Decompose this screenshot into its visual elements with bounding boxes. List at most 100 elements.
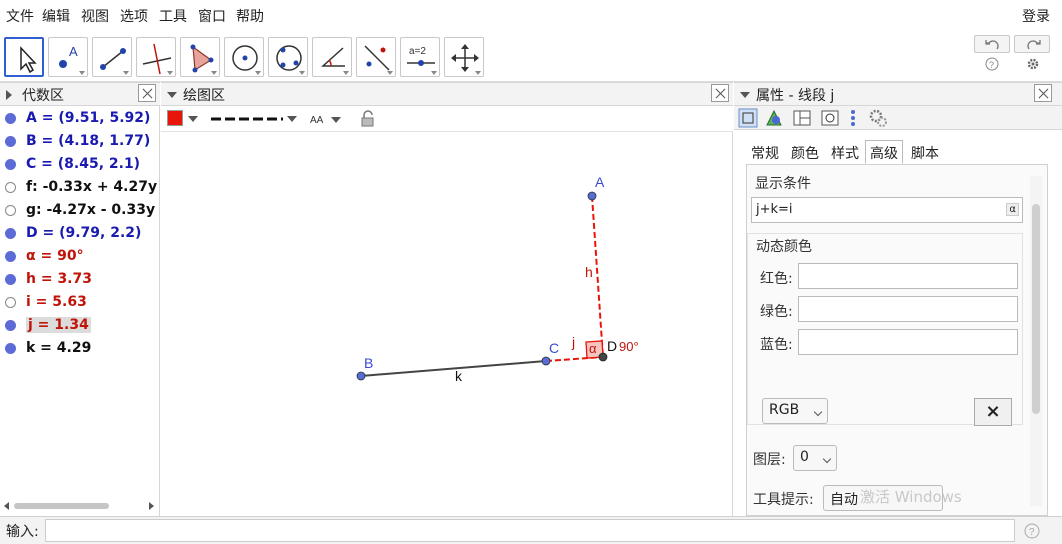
tool-perpendicular[interactable] <box>136 37 176 77</box>
visibility-toggle[interactable] <box>5 297 16 308</box>
segment-k[interactable] <box>360 360 547 377</box>
algebra-item-A[interactable]: A = (9.51, 5.92) <box>0 108 159 130</box>
clear-button[interactable]: × <box>974 398 1012 426</box>
visibility-toggle[interactable] <box>5 274 16 285</box>
color-swatch[interactable] <box>167 110 183 126</box>
label-C: C <box>549 340 559 356</box>
tab-scripting[interactable]: 脚本 <box>906 140 944 164</box>
point-A[interactable] <box>587 191 597 201</box>
visibility-toggle[interactable] <box>5 251 16 262</box>
menu-tools[interactable]: 工具 <box>159 6 187 26</box>
lock-icon[interactable] <box>359 110 377 128</box>
graphics-header: 绘图区 <box>161 82 733 106</box>
show-condition-input[interactable]: j+k=i α <box>751 197 1023 223</box>
tool-angle[interactable] <box>312 37 352 77</box>
collapse-triangle-icon[interactable] <box>740 92 750 98</box>
visibility-toggle[interactable] <box>5 159 16 170</box>
redo-button[interactable] <box>1014 35 1050 53</box>
close-properties-button[interactable] <box>1034 84 1052 102</box>
algebra-item-k[interactable]: k = 4.29 <box>0 338 159 360</box>
visibility-toggle[interactable] <box>5 343 16 354</box>
tool-move[interactable] <box>4 37 44 77</box>
tool-move-view[interactable] <box>444 37 484 77</box>
help-icon[interactable]: ? <box>985 57 999 71</box>
properties-header: 属性 - 线段 j <box>734 82 1062 106</box>
line-style-icon[interactable] <box>209 112 299 126</box>
tool-circle[interactable] <box>224 37 264 77</box>
menu-file[interactable]: 文件 <box>6 6 34 26</box>
algebra-item-g[interactable]: g: -4.27x - 0.33y = <box>0 200 159 222</box>
visibility-toggle[interactable] <box>5 182 16 193</box>
chevron-down-icon[interactable] <box>188 116 198 122</box>
visibility-toggle[interactable] <box>5 205 16 216</box>
menu-help[interactable]: 帮助 <box>236 6 264 26</box>
tab-color[interactable]: 颜色 <box>786 140 824 164</box>
segment-h[interactable] <box>591 195 604 358</box>
menu-edit[interactable]: 编辑 <box>42 6 70 26</box>
point-B[interactable] <box>356 371 366 381</box>
advanced-settings-icon[interactable] <box>868 108 888 128</box>
tool-polygon[interactable] <box>180 37 220 77</box>
blue-label: 蓝色: <box>760 337 793 353</box>
input-field[interactable] <box>45 519 1015 542</box>
graphics-title: 绘图区 <box>183 88 225 104</box>
expand-triangle-icon[interactable] <box>6 90 12 100</box>
layout-icon[interactable] <box>792 108 812 128</box>
label-D: D <box>607 338 617 354</box>
tool-circle-three-points[interactable] <box>268 37 308 77</box>
tool-point[interactable]: A <box>48 37 88 77</box>
geometry-canvas[interactable]: A B C D h j k α 90° <box>161 132 733 516</box>
algebra-item-f[interactable]: f: -0.33x + 4.27y = <box>0 177 159 199</box>
algebra-item-h[interactable]: h = 3.73 <box>0 269 159 291</box>
graphics-view-icon[interactable] <box>820 108 840 128</box>
algebra-item-j[interactable]: j = 1.34 <box>0 315 159 337</box>
tab-basic[interactable]: 常规 <box>746 140 784 164</box>
alpha-symbol-button[interactable]: α <box>1006 203 1019 216</box>
collapse-triangle-icon[interactable] <box>167 92 177 98</box>
properties-scrollbar[interactable] <box>1030 176 1042 506</box>
label-k: k <box>455 368 463 384</box>
algebra-title: 代数区 <box>22 88 64 104</box>
algebra-hscrollbar[interactable] <box>0 498 159 514</box>
visibility-toggle[interactable] <box>5 228 16 239</box>
gear-icon[interactable] <box>1026 57 1040 71</box>
more-icon[interactable] <box>848 108 858 128</box>
menu-options[interactable]: 选项 <box>120 6 148 26</box>
login-link[interactable]: 登录 <box>1022 6 1050 26</box>
tab-style[interactable]: 样式 <box>826 140 864 164</box>
svg-text:?: ? <box>1029 527 1035 538</box>
red-input[interactable] <box>798 263 1018 289</box>
algebra-item-D[interactable]: D = (9.79, 2.2) <box>0 223 159 245</box>
graphics-settings-icon[interactable] <box>764 108 784 128</box>
algebra-item-alpha[interactable]: α = 90° <box>0 246 159 268</box>
label-alpha: α <box>589 341 597 356</box>
algebra-item-B[interactable]: B = (4.18, 1.77) <box>0 131 159 153</box>
style-bar: AA <box>161 106 733 132</box>
close-graphics-button[interactable] <box>711 84 729 102</box>
layer-select[interactable]: 0 <box>793 445 837 471</box>
blue-input[interactable] <box>798 329 1018 355</box>
tool-slider[interactable]: a=2 <box>400 37 440 77</box>
svg-text:AA: AA <box>310 115 324 126</box>
close-algebra-button[interactable] <box>138 84 156 102</box>
point-D[interactable] <box>598 352 608 362</box>
green-input[interactable] <box>798 296 1018 322</box>
chevron-down-icon <box>813 407 823 417</box>
menu-window[interactable]: 窗口 <box>198 6 226 26</box>
select-objects-icon[interactable] <box>738 108 758 128</box>
scroll-thumb[interactable] <box>1032 204 1040 414</box>
help-icon[interactable]: ? <box>1024 523 1040 539</box>
point-C[interactable] <box>541 356 551 366</box>
menu-view[interactable]: 视图 <box>81 6 109 26</box>
algebra-item-C[interactable]: C = (8.45, 2.1) <box>0 154 159 176</box>
undo-button[interactable] <box>974 35 1010 53</box>
color-space-select[interactable]: RGB <box>762 398 828 424</box>
tab-advanced[interactable]: 高级 <box>865 140 903 164</box>
tool-reflect[interactable] <box>356 37 396 77</box>
tool-segment[interactable] <box>92 37 132 77</box>
algebra-item-i[interactable]: i = 5.63 <box>0 292 159 314</box>
label-style-icon[interactable]: AA <box>309 111 343 127</box>
visibility-toggle[interactable] <box>5 136 16 147</box>
visibility-toggle[interactable] <box>5 113 16 124</box>
visibility-toggle[interactable] <box>5 320 16 331</box>
